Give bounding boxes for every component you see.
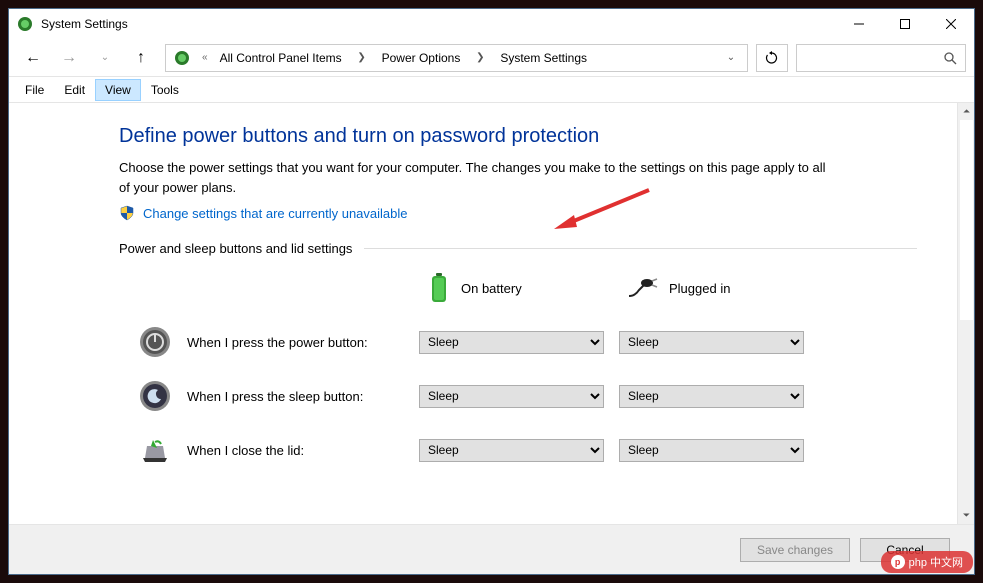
page-description: Choose the power settings that you want … (119, 158, 839, 197)
save-button[interactable]: Save changes (740, 538, 850, 562)
chevron-down-icon[interactable]: ⌄ (719, 52, 743, 63)
power-button-plugged-select[interactable]: Sleep (619, 331, 804, 354)
change-settings-link[interactable]: Change settings that are currently unava… (143, 206, 408, 221)
up-button[interactable]: ↑ (125, 44, 157, 72)
window-title: System Settings (41, 17, 836, 31)
vertical-scrollbar[interactable]: ⏶ ⏷ (957, 103, 974, 524)
scroll-thumb[interactable] (960, 120, 973, 320)
forward-button[interactable]: → (53, 44, 85, 72)
lid-icon (139, 434, 171, 466)
lid-plugged-select[interactable]: Sleep (619, 439, 804, 462)
column-plugged: Plugged in (619, 276, 819, 300)
breadcrumb-item[interactable]: System Settings (496, 49, 591, 67)
page-heading: Define power buttons and turn on passwor… (119, 125, 917, 148)
shield-icon (119, 205, 135, 221)
power-button-battery-select[interactable]: Sleep (419, 331, 604, 354)
row-label-sleep: When I press the sleep button: (187, 389, 363, 404)
control-panel-icon (174, 50, 190, 66)
breadcrumb-item[interactable]: All Control Panel Items (216, 49, 346, 67)
row-label-power: When I press the power button: (187, 335, 368, 350)
divider (364, 248, 917, 249)
column-battery: On battery (419, 272, 619, 304)
maximize-button[interactable] (882, 9, 928, 39)
scroll-up-button[interactable]: ⏶ (958, 103, 974, 120)
system-settings-window: System Settings ← → ⌄ ↑ « All Control Pa… (8, 8, 975, 575)
footer: Save changes Cancel (9, 524, 974, 574)
minimize-button[interactable] (836, 9, 882, 39)
close-button[interactable] (928, 9, 974, 39)
battery-icon (427, 272, 451, 304)
breadcrumb-prefix: « (198, 52, 212, 63)
watermark: p php 中文网 (881, 551, 973, 573)
menu-file[interactable]: File (15, 79, 54, 101)
chevron-right-icon[interactable]: ❯ (468, 52, 492, 63)
scroll-down-button[interactable]: ⏷ (958, 507, 974, 524)
search-icon (943, 51, 957, 65)
sleep-button-icon (139, 380, 171, 412)
menu-view[interactable]: View (95, 79, 141, 101)
plug-icon (627, 276, 659, 300)
lid-battery-select[interactable]: Sleep (419, 439, 604, 462)
row-label-lid: When I close the lid: (187, 443, 304, 458)
chevron-right-icon[interactable]: ❯ (350, 52, 374, 63)
breadcrumb-item[interactable]: Power Options (378, 49, 465, 67)
breadcrumb[interactable]: « All Control Panel Items ❯ Power Option… (165, 44, 748, 72)
refresh-button[interactable] (756, 44, 788, 72)
app-icon (17, 16, 33, 32)
power-button-icon (139, 326, 171, 358)
sleep-button-plugged-select[interactable]: Sleep (619, 385, 804, 408)
content-pane: Define power buttons and turn on passwor… (9, 103, 957, 524)
menubar: File Edit View Tools (9, 77, 974, 103)
menu-edit[interactable]: Edit (54, 79, 95, 101)
section-title: Power and sleep buttons and lid settings (119, 241, 352, 256)
navbar: ← → ⌄ ↑ « All Control Panel Items ❯ Powe… (9, 39, 974, 77)
titlebar: System Settings (9, 9, 974, 39)
sleep-button-battery-select[interactable]: Sleep (419, 385, 604, 408)
search-input[interactable] (796, 44, 966, 72)
back-button[interactable]: ← (17, 44, 49, 72)
recent-dropdown[interactable]: ⌄ (89, 44, 121, 72)
menu-tools[interactable]: Tools (141, 79, 189, 101)
